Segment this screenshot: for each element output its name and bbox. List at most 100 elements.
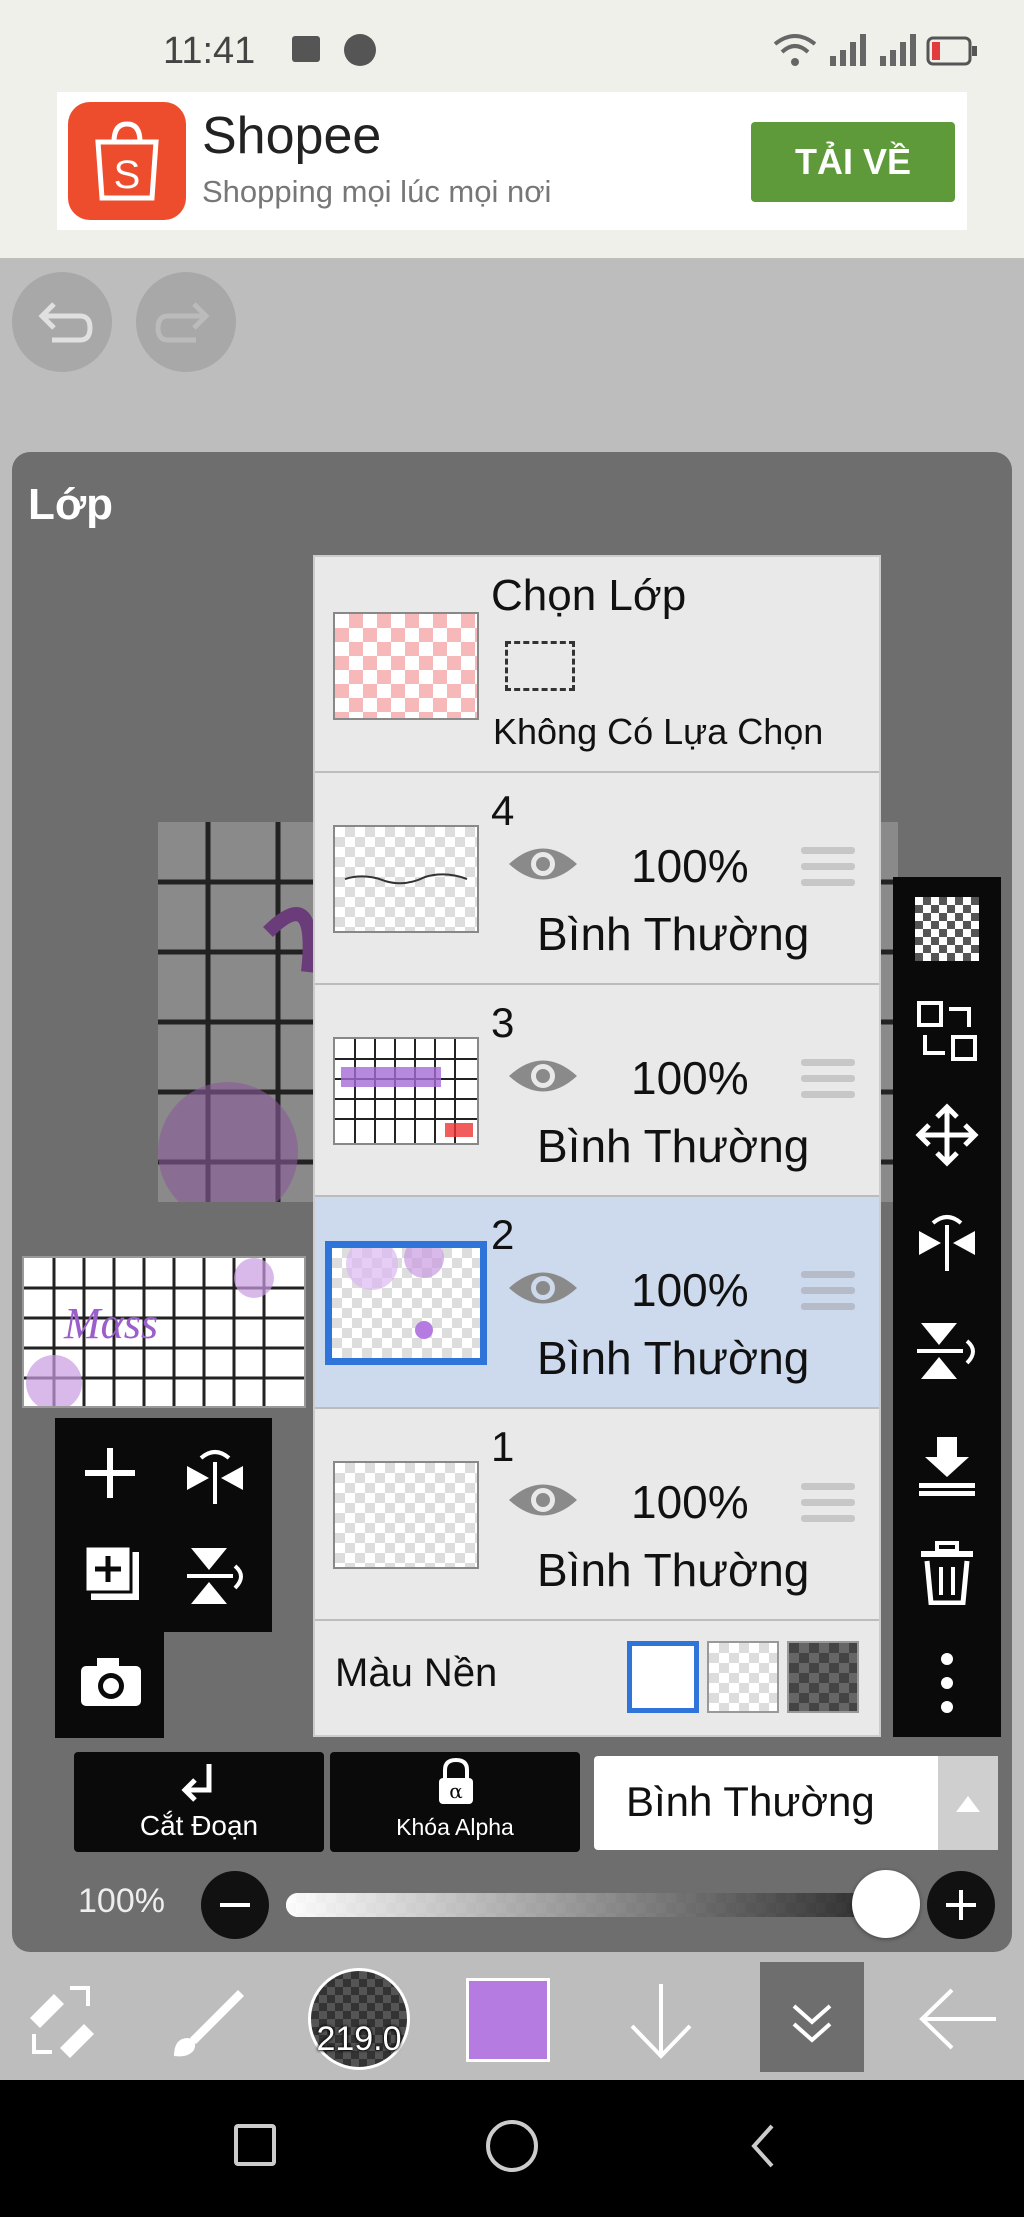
status-bar: 11:41 S Shopee Shopping mọi lúc mọi nơi … [0,0,1024,258]
battery-icon [926,36,977,66]
toolbar-notch [164,1632,272,1738]
brush-tool-icon[interactable] [168,1980,248,2060]
bottom-toolbar: 219.0 [0,1958,1024,2080]
layer-opacity: 100% [631,1264,749,1316]
brush-size-value: 219.0 [316,2020,402,2058]
selection-layer-row[interactable]: Chọn Lớp Không Có Lựa Chọn [315,557,879,771]
layer-opacity: 100% [631,840,749,892]
eye-icon[interactable] [505,1263,581,1313]
color-swatch[interactable] [466,1978,550,2062]
signal-icon-1 [830,34,866,66]
background-label: Màu Nền [335,1651,498,1695]
layer-blend-mode: Bình Thường [537,1332,810,1384]
chevron-up-icon [956,1796,980,1812]
blend-mode-value: Bình Thường [626,1778,875,1825]
signal-icon-2 [880,34,916,66]
layer-thumbnail [333,1037,479,1145]
layer-number: 4 [491,787,515,834]
opacity-increase-icon[interactable] [926,1870,996,1940]
layer-number: 3 [491,999,515,1046]
transform-tool-icon[interactable] [24,1982,100,2058]
layer-row[interactable]: 3 100% Bình Thường [315,985,879,1195]
right-toolbar [893,877,1001,1737]
move-icon[interactable] [915,1103,979,1167]
drag-handle-icon[interactable] [801,847,855,893]
layer-row[interactable]: 4 100% Bình Thường [315,773,879,983]
drag-handle-icon[interactable] [801,1483,855,1529]
bg-dark-option[interactable] [787,1641,859,1713]
clipping-icon [181,1764,212,1802]
drag-handle-icon[interactable] [801,1271,855,1317]
alpha-lock-label: Khóa Alpha [396,1814,514,1840]
bg-white-option[interactable] [627,1641,699,1713]
undo-button[interactable] [12,272,112,372]
status-time: 11:41 [163,30,256,72]
eye-icon[interactable] [505,1475,581,1525]
home-icon[interactable] [486,2120,538,2172]
opacity-decrease-icon[interactable] [200,1870,270,1940]
arrow-down-icon[interactable] [626,1980,696,2060]
shopee-logo: S [68,102,186,220]
canvas-thumbnail[interactable]: Mαss [22,1256,306,1408]
svg-text:Mαss: Mαss [63,1299,158,1348]
clipping-button[interactable]: Cắt Đoạn [74,1752,324,1852]
layer-blend-mode: Bình Thường [537,1120,810,1172]
selection-subtitle: Không Có Lựa Chọn [493,711,824,752]
dropdown-toggle[interactable] [938,1756,998,1850]
background-color-row: Màu Nền [315,1621,879,1735]
blend-mode-dropdown[interactable]: Bình Thường [594,1756,998,1850]
ad-subtitle: Shopping mọi lúc mọi nơi [202,174,552,209]
redo-button[interactable] [136,272,236,372]
layer-row-selected[interactable]: 2 100% Bình Thường [315,1197,879,1407]
back-icon[interactable] [748,2122,778,2170]
layer-number: 2 [491,1211,515,1258]
navigation-bar [0,2080,1024,2217]
layer-list: Chọn Lớp Không Có Lựa Chọn 4 100% Bình T… [313,555,881,1737]
add-layer-icon[interactable] [83,1446,137,1500]
app-notification-icon [344,34,376,66]
ad-title: Shopee [202,107,382,165]
lock-icon: α [439,1758,473,1804]
opacity-slider-thumb[interactable] [852,1870,920,1938]
panel-title: Lớp [28,480,114,529]
eye-icon[interactable] [505,839,581,889]
image-notification-icon [292,36,320,62]
layers-panel-toggle[interactable] [760,1962,864,2072]
alpha-lock-button[interactable]: α Khóa Alpha [330,1752,580,1852]
transparency-icon[interactable] [915,897,979,961]
layer-thumbnail [333,1461,479,1569]
layer-thumbnail [325,1241,487,1365]
clipping-label: Cắt Đoạn [139,1810,259,1841]
opacity-slider-track[interactable] [286,1893,886,1917]
flip-layer-vertical-icon[interactable] [185,1544,247,1608]
flip-vertical-icon[interactable] [915,1319,979,1383]
layer-blend-mode: Bình Thường [537,908,810,960]
layer-blend-mode: Bình Thường [537,1544,810,1596]
trash-icon[interactable] [919,1541,975,1605]
svg-text:α: α [449,1779,463,1803]
bg-transparent-option[interactable] [707,1641,779,1713]
drag-handle-icon[interactable] [801,1059,855,1105]
wifi-icon [773,34,817,66]
opacity-label: 100% [78,1882,165,1920]
more-options-icon[interactable] [933,1651,961,1715]
flip-layer-horizontal-icon[interactable] [183,1448,247,1504]
double-chevron-down-icon [792,2004,832,2043]
layer-opacity: 100% [631,1476,749,1528]
arrow-back-icon[interactable] [916,1984,1000,2054]
logo-letter: S [114,153,141,197]
merge-down-icon[interactable] [915,1433,979,1497]
duplicate-layer-icon[interactable] [83,1544,141,1602]
flip-horizontal-icon[interactable] [915,1211,979,1275]
selection-title: Chọn Lớp [491,571,687,620]
eye-icon[interactable] [505,1051,581,1101]
recent-apps-icon[interactable] [234,2124,276,2166]
layer-row[interactable]: 1 100% Bình Thường [315,1409,879,1619]
ad-banner[interactable]: S Shopee Shopping mọi lúc mọi nơi TẢI VỀ [57,92,967,230]
camera-icon[interactable] [79,1656,143,1708]
layer-opacity: 100% [631,1052,749,1104]
selection-marquee-icon [505,641,575,691]
ad-install-button[interactable]: TẢI VỀ [751,122,955,202]
selection-thumbnail [333,612,479,720]
swap-layer-icon[interactable] [915,999,979,1063]
